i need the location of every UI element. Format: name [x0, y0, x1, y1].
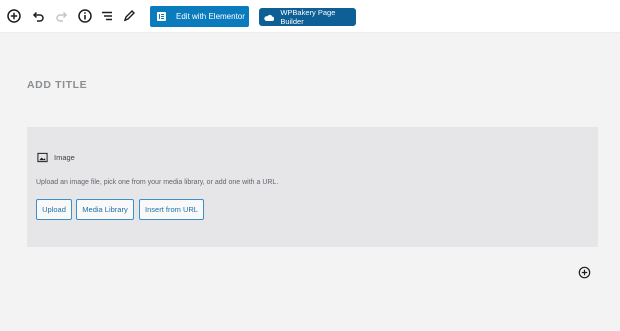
redo-icon[interactable]: [54, 8, 70, 24]
insert-from-url-button[interactable]: Insert from URL: [139, 199, 204, 220]
image-icon: [37, 152, 48, 163]
image-block-header: Image: [37, 152, 75, 163]
elementor-logo-icon: [157, 12, 166, 21]
edit-with-elementor-button[interactable]: Edit with Elementor: [150, 6, 249, 27]
image-block-label: Image: [54, 153, 75, 162]
image-block-instructions: Upload an image file, pick one from your…: [36, 179, 279, 186]
edit-with-elementor-label: Edit with Elementor: [176, 12, 245, 21]
editor-toolbar: Edit with Elementor WPBakery Page Builde…: [0, 0, 620, 33]
wpbakery-page-builder-label: WPBakery Page Builder: [280, 8, 336, 26]
wpbakery-page-builder-button[interactable]: WPBakery Page Builder: [259, 8, 356, 26]
post-title-input[interactable]: ADD TITLE: [27, 79, 87, 91]
image-block[interactable]: Image Upload an image file, pick one fro…: [27, 127, 598, 247]
upload-button[interactable]: Upload: [36, 199, 72, 220]
info-icon[interactable]: [77, 8, 93, 24]
undo-icon[interactable]: [30, 8, 46, 24]
wpbakery-cloud-icon: [264, 14, 275, 21]
block-navigation-icon[interactable]: [99, 8, 115, 24]
add-block-icon[interactable]: [6, 8, 22, 24]
plus-circle-icon[interactable]: [578, 266, 591, 279]
media-library-button[interactable]: Media Library: [76, 199, 134, 220]
edit-pencil-icon[interactable]: [121, 8, 137, 24]
